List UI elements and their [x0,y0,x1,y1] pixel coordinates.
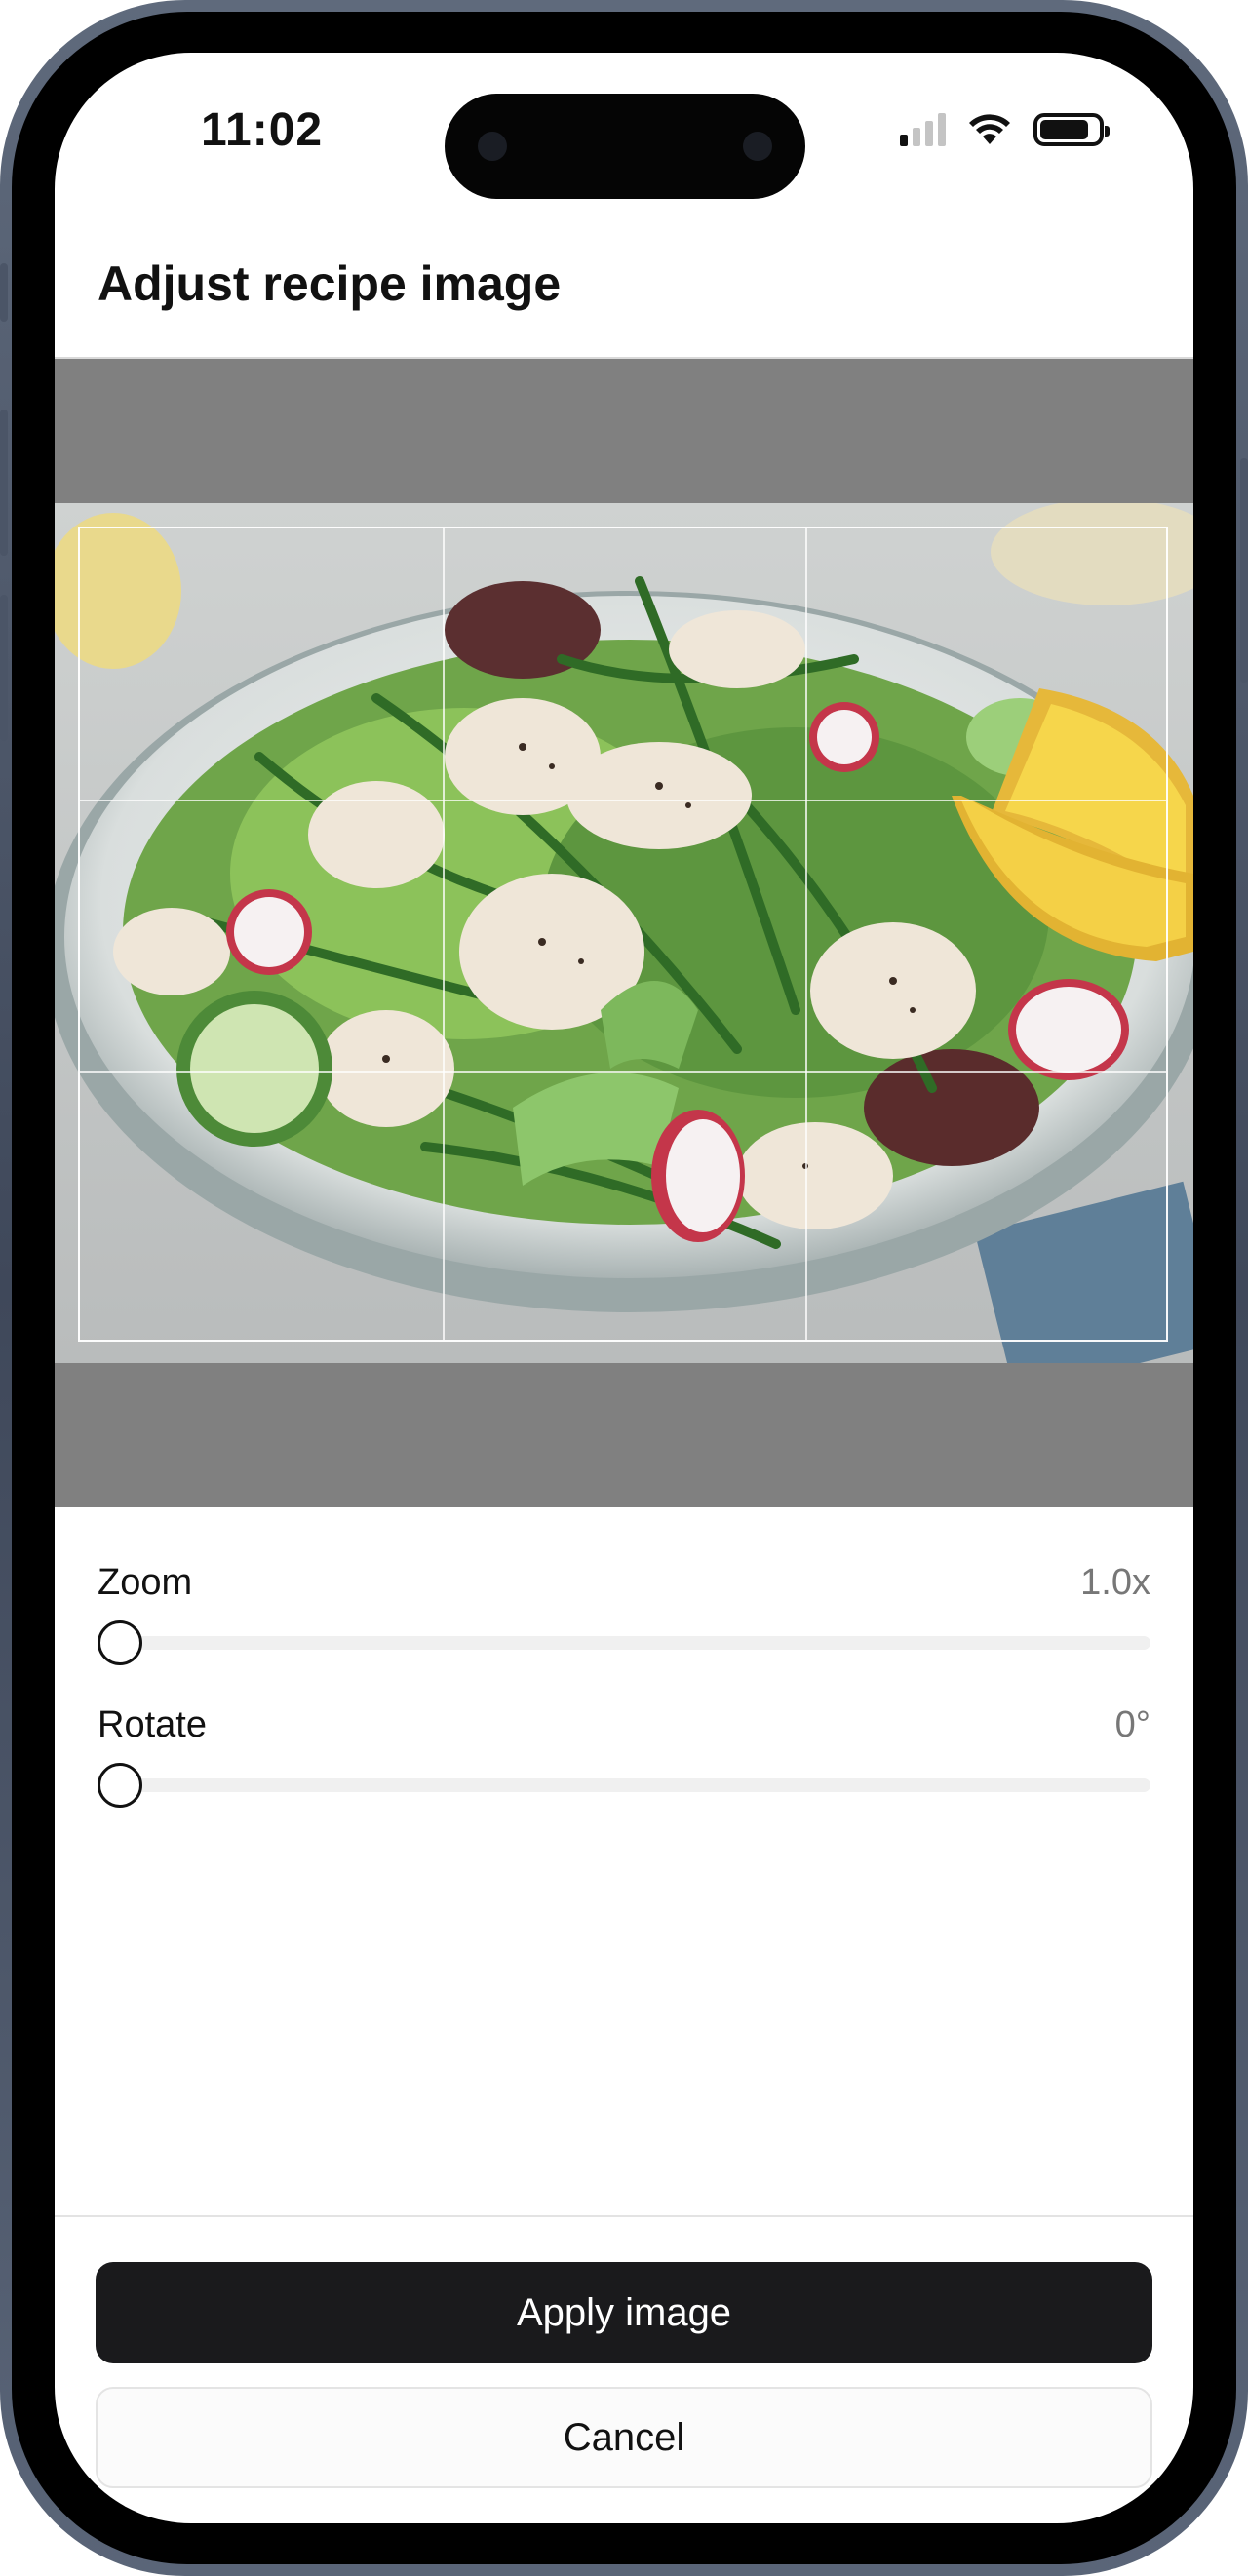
crop-gridline [80,1071,1166,1073]
status-time: 11:02 [201,104,324,156]
dynamic-island [445,94,805,199]
rotate-slider[interactable] [98,1763,1150,1808]
divider [55,2215,1193,2217]
cancel-button[interactable]: Cancel [96,2387,1152,2488]
crop-gridline [443,528,445,1340]
rotate-value: 0° [1114,1704,1150,1745]
wifi-icon [969,114,1010,144]
status-icons [900,113,1110,146]
side-button [0,263,8,322]
zoom-slider-thumb[interactable] [98,1620,142,1665]
crop-stage[interactable] [55,359,1193,1507]
rotate-label: Rotate [98,1704,207,1745]
apply-image-button[interactable]: Apply image [96,2262,1152,2363]
side-button [0,595,8,741]
battery-icon [1034,113,1110,146]
device-frame: 11:02 Adjust recipe image Zoom 1.0x Rota… [0,0,1248,2576]
front-camera-icon [478,132,507,161]
side-button [1240,458,1248,683]
side-button [0,410,8,556]
crop-gridline [805,528,807,1340]
zoom-value: 1.0x [1080,1562,1150,1603]
crop-frame[interactable] [78,527,1168,1342]
zoom-slider[interactable] [98,1620,1150,1665]
zoom-label: Zoom [98,1562,193,1603]
page-title: Adjust recipe image [98,256,562,311]
cellular-signal-icon [900,113,946,146]
rotate-slider-thumb[interactable] [98,1763,142,1808]
screen: 11:02 Adjust recipe image Zoom 1.0x Rota… [55,53,1193,2523]
crop-gridline [80,800,1166,801]
sensor-icon [743,132,772,161]
